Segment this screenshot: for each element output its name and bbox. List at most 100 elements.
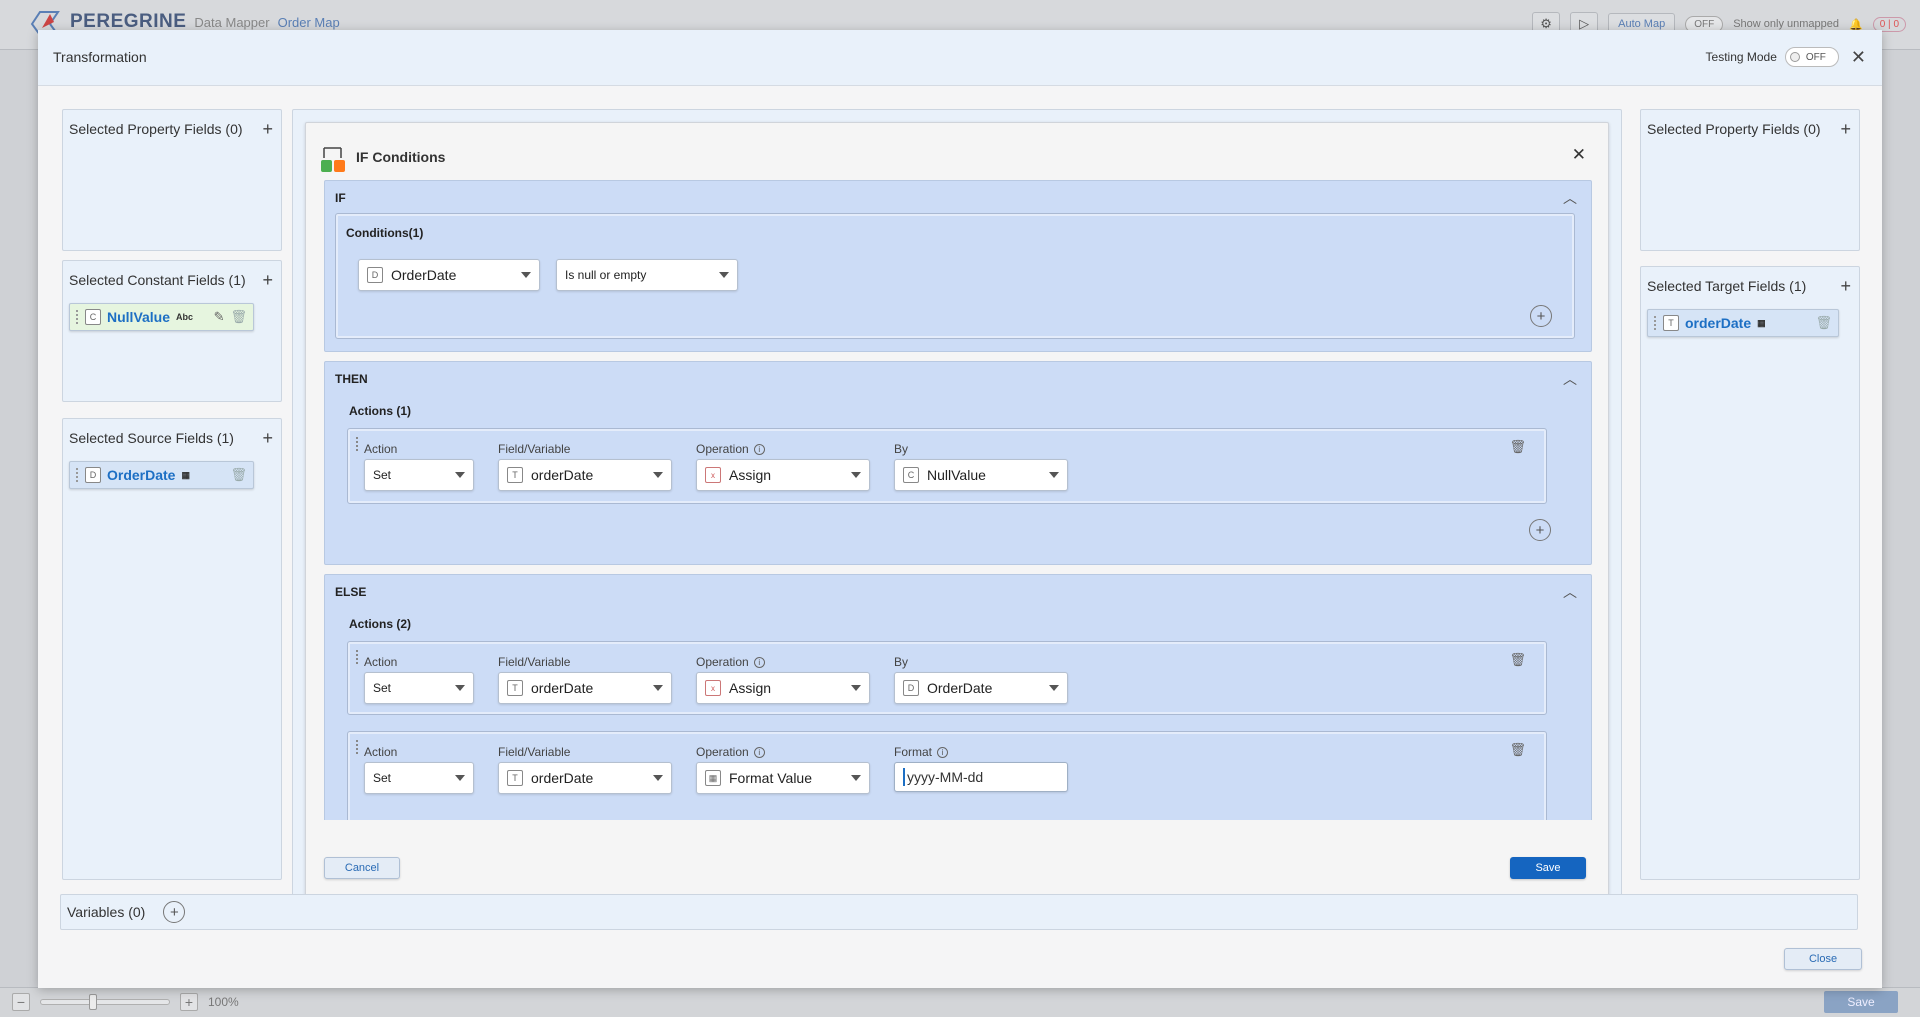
drag-handle-icon[interactable]: [356, 740, 359, 754]
date-field-icon: D: [903, 680, 919, 696]
conditions-box: Conditions(1) D OrderDate Is null or emp…: [335, 213, 1575, 339]
if-conditions-logo-icon: [321, 147, 345, 172]
action-label: Action: [364, 442, 398, 456]
info-icon: i: [753, 656, 765, 668]
add-condition-icon[interactable]: +: [1530, 305, 1552, 327]
then-label: THEN: [335, 372, 368, 386]
constant-field-chip[interactable]: C NullValue Abc ✎ 🗑: [69, 303, 254, 331]
save-button[interactable]: Save: [1510, 857, 1586, 879]
action-select[interactable]: Set: [364, 459, 474, 491]
if-conditions-header: IF Conditions ✕: [306, 123, 1608, 178]
add-icon[interactable]: +: [262, 120, 273, 138]
field-variable-select[interactable]: TorderDate: [498, 762, 672, 794]
close-button[interactable]: Close: [1784, 948, 1862, 970]
date-field-icon: D: [85, 467, 101, 483]
chip-name: NullValue: [107, 309, 171, 325]
field-label: Field/Variable: [498, 655, 571, 669]
zoom-slider[interactable]: [40, 994, 170, 1010]
add-icon[interactable]: +: [262, 429, 273, 447]
panel-title: Selected Property Fields (0): [69, 121, 243, 137]
add-variable-icon[interactable]: +: [163, 901, 186, 923]
info-icon: i: [937, 746, 949, 758]
trash-icon[interactable]: 🗑: [1509, 439, 1526, 455]
chevron-up-icon[interactable]: ︿: [1563, 585, 1577, 599]
panel-title: Selected Property Fields (0): [1647, 121, 1821, 137]
background-left-pane: [0, 50, 38, 1017]
operation-label: Operation i: [696, 745, 765, 759]
trash-icon[interactable]: 🗑: [230, 467, 247, 483]
trash-icon[interactable]: 🗑: [230, 309, 247, 325]
variables-panel: Variables (0) +: [60, 894, 1858, 930]
trash-icon[interactable]: 🗑: [1509, 742, 1526, 758]
chevron-up-icon[interactable]: ︿: [1563, 191, 1577, 205]
testing-mode-toggle[interactable]: OFF: [1784, 47, 1839, 67]
format-label: Format i: [894, 745, 949, 759]
drag-handle-icon[interactable]: [356, 650, 359, 664]
target-field-chip[interactable]: T orderDate ▦ 🗑: [1647, 309, 1839, 337]
trash-icon[interactable]: 🗑: [1815, 315, 1832, 331]
else-actions-label: Actions (2): [349, 617, 412, 631]
operation-select[interactable]: x Assign: [696, 459, 870, 491]
map-name[interactable]: Order Map: [278, 15, 340, 30]
zoom-out-button[interactable]: −: [12, 993, 30, 1011]
drag-handle-icon[interactable]: [76, 468, 79, 482]
if-conditions-title: IF Conditions: [356, 149, 446, 165]
target-fields-panel: Selected Target Fields (1) + T orderDate …: [1640, 266, 1860, 880]
operation-select[interactable]: x Assign: [696, 672, 870, 704]
zoom-control: − + 100%: [12, 993, 239, 1011]
cancel-button[interactable]: Cancel: [324, 857, 400, 879]
action-select[interactable]: Set: [364, 672, 474, 704]
chip-name: orderDate: [1685, 315, 1752, 331]
by-select[interactable]: C NullValue: [894, 459, 1068, 491]
drag-handle-icon[interactable]: [1654, 316, 1657, 330]
field-label: Field/Variable: [498, 745, 571, 759]
right-property-fields-panel: Selected Property Fields (0) +: [1640, 109, 1860, 251]
if-label: IF: [335, 191, 346, 205]
calendar-icon: ▦: [1757, 317, 1766, 328]
format-input[interactable]: yyyy-MM-dd: [894, 762, 1068, 792]
constant-fields-panel: Selected Constant Fields (1) + C NullValu…: [62, 260, 282, 402]
by-select[interactable]: D OrderDate: [894, 672, 1068, 704]
transformation-modal: Transformation Testing Mode OFF ✕ Select…: [38, 30, 1882, 988]
then-action-row: Action Field/Variable Operation i By 🗑 Se…: [347, 428, 1547, 504]
modal-header: Transformation Testing Mode OFF ✕: [38, 30, 1882, 86]
field-variable-select[interactable]: TorderDate: [498, 459, 672, 491]
operation-label: Operation i: [696, 655, 765, 669]
caret-down-icon: [521, 272, 531, 278]
bell-icon[interactable]: 🔔: [1849, 18, 1863, 31]
action-select[interactable]: Set: [364, 762, 474, 794]
else-label: ELSE: [335, 585, 367, 599]
drag-handle-icon[interactable]: [356, 437, 359, 451]
action-label: Action: [364, 745, 398, 759]
condition-operator-select[interactable]: Is null or empty: [556, 259, 738, 291]
calendar-icon: ▦: [181, 469, 190, 480]
if-conditions-card: IF Conditions ✕ IF ︿ Conditions(1) D Ord…: [305, 122, 1609, 902]
if-conditions-body[interactable]: IF ︿ Conditions(1) D OrderDate Is null o…: [324, 180, 1592, 820]
by-label: By: [894, 655, 909, 669]
constant-type-icon: C: [85, 309, 101, 325]
edit-pencil-icon[interactable]: ✎: [214, 309, 225, 325]
close-icon[interactable]: ✕: [1851, 48, 1866, 66]
field-variable-select[interactable]: TorderDate: [498, 672, 672, 704]
then-actions-label: Actions (1): [349, 404, 412, 418]
source-field-chip[interactable]: D OrderDate ▦ 🗑: [69, 461, 254, 489]
zoom-in-button[interactable]: +: [180, 993, 198, 1011]
add-icon[interactable]: +: [1840, 120, 1851, 138]
operation-select[interactable]: ▦ Format Value: [696, 762, 870, 794]
type-badge: Abc: [176, 312, 194, 322]
source-fields-panel: Selected Source Fields (1) + D OrderDate …: [62, 418, 282, 880]
show-unmapped-label: Show only unmapped: [1733, 18, 1840, 30]
chevron-up-icon[interactable]: ︿: [1563, 372, 1577, 386]
app-save-button[interactable]: Save: [1824, 991, 1898, 1013]
add-icon[interactable]: +: [1840, 277, 1851, 295]
zoom-level: 100%: [208, 995, 239, 1009]
assign-icon: x: [705, 680, 721, 696]
add-icon[interactable]: +: [262, 271, 273, 289]
drag-handle-icon[interactable]: [76, 310, 79, 324]
else-section: ELSE ︿ Actions (2) Action Field/Variable…: [324, 574, 1592, 820]
close-icon[interactable]: ✕: [1572, 145, 1586, 165]
by-label: By: [894, 442, 909, 456]
trash-icon[interactable]: 🗑: [1509, 652, 1526, 668]
condition-field-select[interactable]: D OrderDate: [358, 259, 540, 291]
add-action-icon[interactable]: +: [1529, 519, 1551, 541]
